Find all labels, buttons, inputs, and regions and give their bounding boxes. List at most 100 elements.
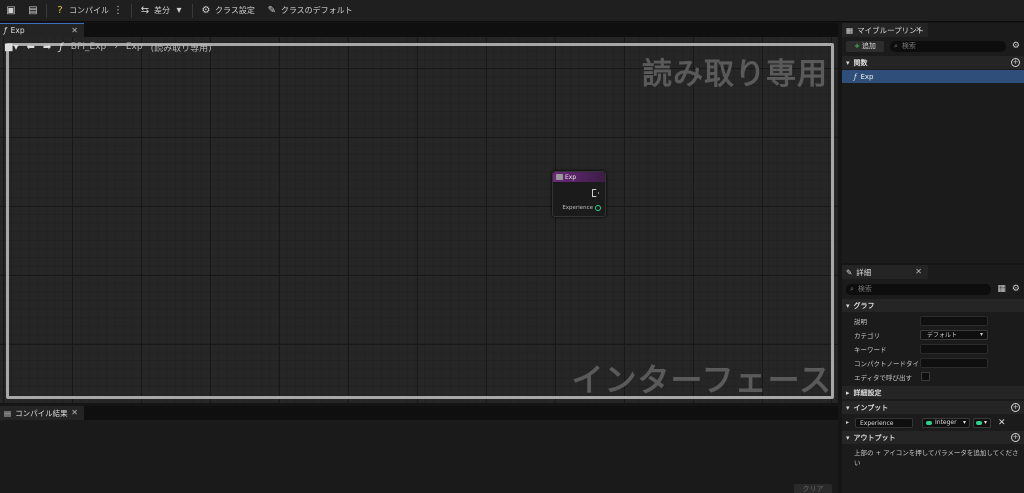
compile-icon: ? (57, 4, 63, 16)
compile-results-panel (0, 420, 838, 493)
input-type-dropdown[interactable]: Integer ▾ (922, 417, 970, 428)
diff-label: 差分 (154, 6, 170, 15)
browse-button[interactable]: ▤ (22, 0, 44, 22)
breadcrumb-readonly: (読み取り専用) (150, 43, 212, 54)
keywords-field[interactable] (920, 343, 988, 354)
add-output-icon[interactable]: + (1011, 433, 1020, 442)
chevron-down-icon: ▾ (176, 4, 182, 16)
input-name-field[interactable]: Experience (855, 417, 913, 428)
back-arrow-icon[interactable]: ⬅ (26, 42, 34, 53)
save-button[interactable]: ▣ (0, 0, 22, 22)
advanced-section-header[interactable]: ▸ 詳細設定 (842, 386, 1024, 399)
function-entry-node[interactable]: Exp Experience (552, 171, 606, 217)
table-view-icon[interactable]: ▦ (997, 284, 1006, 294)
add-input-icon[interactable]: + (1011, 403, 1020, 412)
add-function-icon[interactable]: + (1011, 58, 1020, 67)
readonly-frame (6, 43, 834, 399)
integer-type-icon (926, 420, 932, 425)
breadcrumb-function[interactable]: Exp (126, 42, 143, 52)
details-search-placeholder: 検索 (857, 285, 872, 293)
class-settings-button[interactable]: ⚙ クラス設定 (195, 0, 261, 22)
prop-row-description: 説明 (842, 314, 1024, 327)
add-label: 追加 (861, 42, 876, 50)
tab-compile-results[interactable]: ▤ コンパイル結果 ✕ (0, 406, 84, 420)
toolbar-divider (46, 3, 47, 18)
clear-button[interactable]: クリア (794, 484, 832, 493)
class-defaults-button[interactable]: ✎ クラスのデフォルト (261, 0, 359, 22)
main-toolbar: ▣ ▤ ? コンパイル ⋮ ⇆ 差分 ▾ ⚙ クラス設定 ✎ クラスのデフォルト (0, 0, 1024, 22)
my-blueprint-toolbar: + 追加 ⌕ 検索 ⚙ (842, 38, 1024, 54)
diff-button[interactable]: ⇆ 差分 ▾ (134, 0, 190, 22)
tab-details[interactable]: ✎ 詳細 ✕ (842, 265, 928, 279)
tab-label: Exp (10, 26, 25, 35)
class-defaults-label: クラスのデフォルト (280, 6, 353, 15)
prop-row-keywords: キーワード (842, 342, 1024, 355)
compile-results-label: コンパイル結果 (15, 408, 68, 418)
chevron-down-icon: ▾ (846, 301, 850, 310)
folder-icon: ▤ (28, 4, 38, 16)
tab-exp[interactable]: ƒ Exp ✕ (0, 23, 84, 37)
outputs-section-header[interactable]: ▾ アウトプット + (842, 431, 1024, 444)
breadcrumb-separator: › (114, 42, 118, 52)
details-label: 詳細 (856, 267, 872, 277)
close-icon[interactable]: ✕ (915, 25, 922, 34)
add-button[interactable]: + 追加 (846, 40, 884, 52)
forward-arrow-icon[interactable]: ➡ (43, 42, 51, 53)
compile-options-icon[interactable]: ⋮ (113, 5, 123, 16)
details-search-input[interactable]: ⌕ 検索 (846, 283, 992, 295)
graph-section-header[interactable]: ▾ グラフ (842, 299, 1024, 312)
node-param-label: Experience (562, 205, 593, 211)
readonly-watermark: 読み取り専用 (642, 57, 828, 92)
compile-button[interactable]: ? コンパイル ⋮ (49, 0, 129, 22)
details-panel: ✎ 詳細 ✕ ⌕ 検索 ▦ ⚙ ▾ グラフ 説明 カテゴリ デフォルト ▾ キー… (842, 265, 1024, 493)
gear-icon[interactable]: ⚙ (1012, 41, 1020, 51)
call-in-editor-checkbox[interactable] (921, 372, 930, 381)
plus-icon: + (854, 42, 860, 50)
breadcrumb-blueprint[interactable]: BPI_Exp (71, 42, 106, 52)
save-icon: ▣ (6, 4, 16, 16)
compile-results-icon: ▤ (4, 408, 12, 418)
category-label: カテゴリ (854, 331, 880, 340)
pencil-icon: ✎ (267, 4, 277, 16)
remove-input-icon[interactable]: ✕ (998, 418, 1006, 428)
close-icon[interactable]: ✕ (71, 408, 78, 417)
description-field[interactable] (920, 315, 988, 326)
tab-my-blueprint[interactable]: ▦ マイブループリント ✕ (842, 23, 928, 37)
toolbar-divider (131, 3, 132, 18)
prop-row-compact-title: コンパクトノードタイトル (842, 356, 1024, 369)
exec-output-pin[interactable] (592, 189, 599, 197)
graph-tab-row: ƒ Exp ✕ (0, 23, 838, 37)
my-blueprint-label: マイブループリント (857, 25, 925, 35)
function-icon: ƒ (59, 41, 63, 53)
outputs-hint: 上部の + アイコンを押してパラメータを追加してください (854, 449, 1019, 467)
prop-row-call-in-editor: エディタで呼び出す (842, 370, 1024, 383)
inputs-section-header[interactable]: ▾ インプット + (842, 401, 1024, 414)
function-item-label: Exp (860, 72, 874, 81)
search-icon: ⌕ (850, 284, 854, 293)
function-item-exp[interactable]: ƒ Exp (842, 70, 1024, 83)
chevron-right-icon[interactable]: ▸ (846, 419, 849, 426)
details-icon: ✎ (846, 267, 853, 277)
integer-output-pin[interactable] (595, 205, 601, 211)
advanced-label: 詳細設定 (853, 388, 882, 397)
compact-title-field[interactable] (920, 357, 988, 368)
description-label: 説明 (854, 317, 867, 326)
toolbar-divider (192, 3, 193, 18)
close-icon[interactable]: ✕ (915, 267, 922, 276)
my-blueprint-panel: ▦ マイブループリント ✕ + 追加 ⌕ 検索 ⚙ ▾ 関数 + ƒ Exp (842, 23, 1024, 263)
outputs-label: アウトプット (853, 433, 896, 442)
node-title: Exp (565, 173, 577, 181)
close-icon[interactable]: ✕ (71, 26, 78, 35)
graph-canvas[interactable]: ■▾ ⬅ ➡ ƒ BPI_Exp › Exp (読み取り専用) 読み取り専用 イ… (0, 37, 838, 403)
gear-icon[interactable]: ⚙ (1012, 284, 1020, 294)
functions-section-header[interactable]: ▾ 関数 + (842, 56, 1024, 69)
chevron-down-icon: ▾ (846, 58, 850, 67)
graph-menu-icon[interactable]: ■▾ (4, 42, 18, 53)
category-dropdown[interactable]: デフォルト ▾ (920, 329, 988, 340)
search-input[interactable]: ⌕ 検索 (890, 40, 1006, 52)
gear-icon: ⚙ (201, 4, 211, 16)
container-type-dropdown[interactable]: ▾ (973, 417, 991, 428)
single-container-icon (976, 420, 982, 425)
inputs-label: インプット (853, 403, 889, 412)
node-header: Exp (553, 172, 605, 182)
